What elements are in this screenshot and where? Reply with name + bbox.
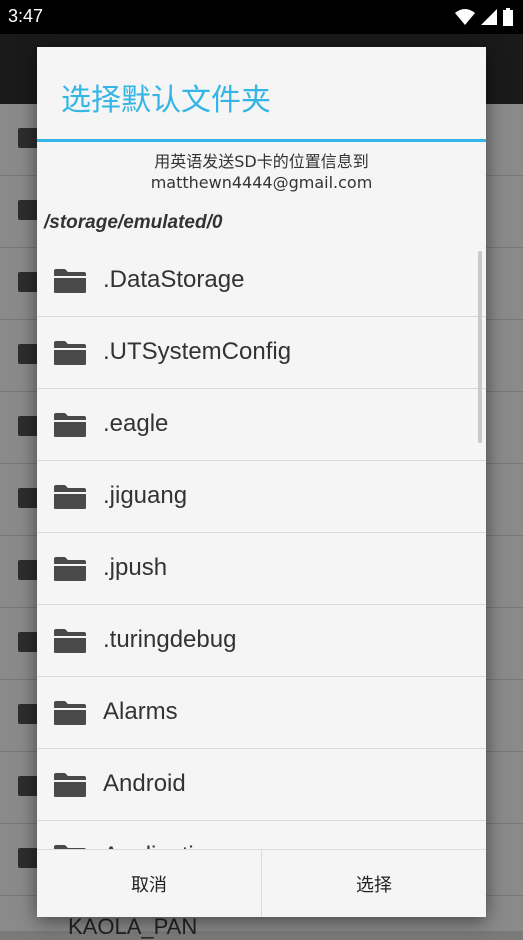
folder-name: .jiguang [103,482,188,509]
scrollbar[interactable] [478,251,482,443]
select-button[interactable]: 选择 [262,850,486,917]
folder-list-item[interactable]: .eagle [37,389,486,461]
dialog-title: 选择默认文件夹 [61,83,271,118]
current-path: /storage/emulated/0 [44,212,223,233]
folder-icon [54,701,86,725]
folder-icon [54,341,86,365]
folder-icon [54,269,86,293]
folder-name: .DataStorage [103,266,245,293]
folder-name: Alarms [103,698,178,725]
folder-name: .jpush [103,554,168,581]
folder-name: .UTSystemConfig [103,338,292,365]
folder-list-item[interactable]: .jiguang [37,461,486,533]
folder-list-item[interactable]: .DataStorage [37,245,486,317]
message-email: matthewn4444@gmail.com [150,173,373,192]
folder-name: .eagle [103,410,169,437]
folder-icon [54,629,86,653]
button-bar: 取消 选择 [37,849,486,917]
folder-name: .turingdebug [103,626,237,653]
folder-list-item[interactable]: Alarms [37,677,486,749]
folder-list-item[interactable]: Applications [37,821,486,849]
folder-name: Android [103,770,186,797]
folder-icon [54,773,86,797]
cancel-button[interactable]: 取消 [37,850,262,917]
wifi-icon [455,9,475,25]
status-time: 3:47 [8,6,44,26]
folder-list[interactable]: .DataStorage .UTSystemConfig .eagle .jiguan… [37,245,486,849]
background-row-label: KAOLA_PAN [68,914,198,939]
status-bar: 3:47 [0,0,523,34]
folder-list-item[interactable]: .turingdebug [37,605,486,677]
folder-list-item[interactable]: Android [37,749,486,821]
folder-chooser-dialog: 选择默认文件夹 用英语发送SD卡的位置信息到 matthewn4444@gmai… [37,47,486,917]
status-icons [455,8,513,26]
battery-icon [503,8,513,26]
title-divider [37,139,486,142]
message-line: 用英语发送SD卡的位置信息到 [154,152,369,171]
signal-icon [481,9,497,25]
folder-icon [54,413,86,437]
folder-icon [54,557,86,581]
folder-list-item[interactable]: .jpush [37,533,486,605]
folder-list-item[interactable]: .UTSystemConfig [37,317,486,389]
dialog-message: 用英语发送SD卡的位置信息到 matthewn4444@gmail.com [37,151,486,193]
folder-icon [54,485,86,509]
folder-name: Applications [103,842,232,849]
